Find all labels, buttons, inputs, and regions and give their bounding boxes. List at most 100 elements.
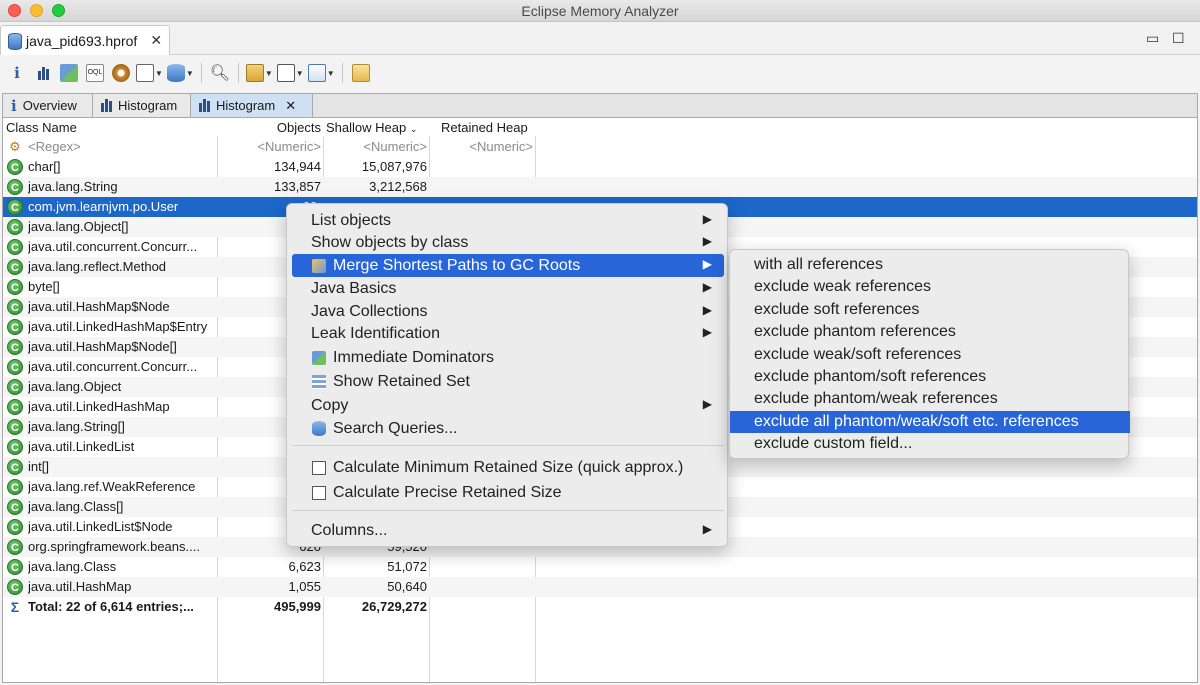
menu-item-label: Show objects by class: [311, 233, 469, 251]
class-name-cell: java.util.HashMap: [28, 579, 132, 594]
objects-cell: 134,944: [274, 159, 321, 174]
info-button[interactable]: i: [6, 61, 28, 85]
query-browser-button[interactable]: ▼: [166, 61, 194, 85]
menu-item-show-retained-set[interactable]: Show Retained Set: [292, 370, 724, 393]
class-icon: C: [7, 219, 23, 235]
class-icon: C: [7, 159, 23, 175]
merge-paths-submenu: with all references exclude weak referenc…: [729, 249, 1130, 459]
class-name-cell: java.util.LinkedHashMap: [28, 399, 170, 414]
submenu-item[interactable]: exclude custom field...: [730, 433, 1130, 455]
total-row: Σ Total: 22 of 6,614 entries;... 495,999…: [3, 597, 1197, 617]
menu-item-copy[interactable]: Copy ▶: [292, 394, 724, 417]
menu-item-label: Calculate Minimum Retained Size (quick a…: [333, 458, 684, 476]
submenu-item[interactable]: exclude phantom/weak references: [730, 388, 1130, 410]
tab-label: Histogram: [118, 98, 178, 113]
close-tab-icon[interactable]: ✕: [285, 98, 296, 114]
regex-filter-input[interactable]: <Regex>: [28, 139, 216, 154]
tab-histogram-active[interactable]: Histogram ✕: [191, 94, 313, 117]
tab-label: Histogram: [216, 98, 276, 113]
calculate-retained-button[interactable]: ▼: [276, 61, 304, 85]
column-header-class-name[interactable]: Class Name: [6, 120, 77, 135]
calculator-icon: [312, 485, 326, 500]
menu-item-search-queries[interactable]: Search Queries...: [292, 417, 724, 440]
export-icon: [307, 64, 326, 82]
menu-item-columns[interactable]: Columns... ▶: [292, 519, 724, 542]
column-header-retained-heap[interactable]: Retained Heap: [441, 120, 528, 135]
menu-item-label: Java Basics: [311, 279, 397, 297]
column-header-shallow-heap[interactable]: Shallow Heap ⌄: [326, 120, 417, 135]
class-icon: C: [7, 439, 23, 455]
context-menu: List objects ▶ Show objects by class ▶ Mer…: [286, 203, 728, 547]
report-icon: [136, 64, 154, 82]
class-name-cell: java.lang.Object: [28, 379, 122, 394]
menu-item-java-basics[interactable]: Java Basics ▶: [292, 277, 724, 300]
tab-histogram[interactable]: Histogram: [93, 94, 191, 117]
table-row[interactable]: Cjava.lang.String 133,857 3,212,568: [3, 177, 1197, 197]
menu-item-show-objects-by-class[interactable]: Show objects by class ▶: [292, 231, 724, 254]
menu-item-leak-identification[interactable]: Leak Identification ▶: [292, 322, 724, 345]
menu-item-immediate-dominators[interactable]: Immediate Dominators: [292, 346, 724, 369]
filter-row[interactable]: ⚙ <Regex> <Numeric> <Numeric> <Numeric>: [3, 137, 1197, 157]
dropdown-arrow-icon: ▼: [264, 68, 273, 78]
close-tab-icon[interactable]: ✕: [150, 32, 162, 49]
retained-filter-input[interactable]: <Numeric>: [432, 139, 533, 154]
toolbar-separator: [237, 63, 239, 83]
histogram-button[interactable]: [32, 61, 54, 85]
class-icon: C: [7, 539, 23, 555]
table-header: Class Name Objects Shallow Heap ⌄ Retain…: [3, 118, 1197, 137]
oql-button[interactable]: OQL: [84, 61, 106, 85]
class-icon: C: [7, 339, 23, 355]
group-by-button[interactable]: ▼: [245, 61, 273, 85]
tab-overview[interactable]: i Overview: [3, 94, 93, 117]
column-header-objects[interactable]: Objects: [220, 120, 321, 135]
class-name-cell: com.jvm.learnjvm.po.User: [28, 199, 179, 214]
submenu-item[interactable]: exclude phantom references: [730, 321, 1130, 343]
submenu-arrow-icon: ▶: [702, 234, 712, 248]
objects-filter-input[interactable]: <Numeric>: [220, 139, 321, 154]
shallow-filter-input[interactable]: <Numeric>: [326, 139, 427, 154]
menu-item-calc-min-retained[interactable]: Calculate Minimum Retained Size (quick a…: [292, 456, 724, 479]
tab-label: Overview: [22, 98, 77, 113]
submenu-item[interactable]: exclude phantom/soft references: [730, 366, 1130, 388]
class-icon: C: [7, 319, 23, 335]
submenu-arrow-icon: ▶: [702, 325, 712, 339]
class-name-cell: java.lang.ref.WeakReference: [28, 479, 196, 494]
window-title: Eclipse Memory Analyzer: [521, 3, 679, 19]
table-row[interactable]: Cjava.lang.Class 6,623 51,072: [3, 557, 1197, 577]
class-name-cell: java.util.LinkedList$Node: [28, 519, 173, 534]
table-row[interactable]: Cjava.util.HashMap 1,055 50,640: [3, 577, 1197, 597]
submenu-arrow-icon: ▶: [702, 212, 712, 226]
table-row[interactable]: Cchar[] 134,944 15,087,976: [3, 157, 1197, 177]
total-label: Total: 22 of 6,614 entries;...: [28, 599, 194, 614]
dominator-tree-icon: [312, 350, 326, 365]
thread-overview-button[interactable]: [110, 61, 132, 85]
shallow-heap-cell: 50,640: [387, 579, 427, 594]
submenu-item[interactable]: exclude all phantom/weak/soft etc. refer…: [730, 410, 1130, 433]
menu-separator: [292, 510, 724, 511]
menu-item-java-collections[interactable]: Java Collections ▶: [292, 300, 724, 323]
menu-item-calc-precise-retained[interactable]: Calculate Precise Retained Size: [292, 481, 724, 504]
search-button[interactable]: 🔍︎: [209, 61, 231, 85]
calculator-icon: [312, 460, 326, 475]
submenu-item[interactable]: exclude weak references: [730, 276, 1130, 298]
compare-icon: [351, 64, 370, 82]
app-window: Eclipse Memory Analyzer java_pid693.hpro…: [0, 0, 1200, 685]
editor-tab-label: java_pid693.hprof: [26, 32, 138, 49]
compare-button[interactable]: [350, 61, 372, 85]
dominator-tree-icon: [60, 64, 78, 82]
editor-tab-heap-dump[interactable]: java_pid693.hprof ✕: [0, 25, 170, 55]
menu-item-list-objects[interactable]: List objects ▶: [292, 209, 724, 232]
menu-item-merge-shortest-paths[interactable]: Merge Shortest Paths to GC Roots ▶: [292, 254, 724, 277]
minimize-view-icon[interactable]: ▭: [1146, 30, 1159, 47]
class-name-cell: java.util.LinkedList: [28, 439, 135, 454]
oql-icon: OQL: [86, 64, 104, 82]
export-button[interactable]: ▼: [307, 61, 335, 85]
maximize-view-icon[interactable]: ☐: [1172, 30, 1185, 47]
run-report-button[interactable]: ▼: [136, 61, 163, 85]
submenu-arrow-icon: ▶: [702, 303, 712, 317]
class-icon: C: [7, 359, 23, 375]
submenu-item[interactable]: with all references: [730, 254, 1130, 276]
submenu-item[interactable]: exclude soft references: [730, 299, 1130, 321]
dominator-tree-button[interactable]: [58, 61, 80, 85]
submenu-item[interactable]: exclude weak/soft references: [730, 344, 1130, 366]
